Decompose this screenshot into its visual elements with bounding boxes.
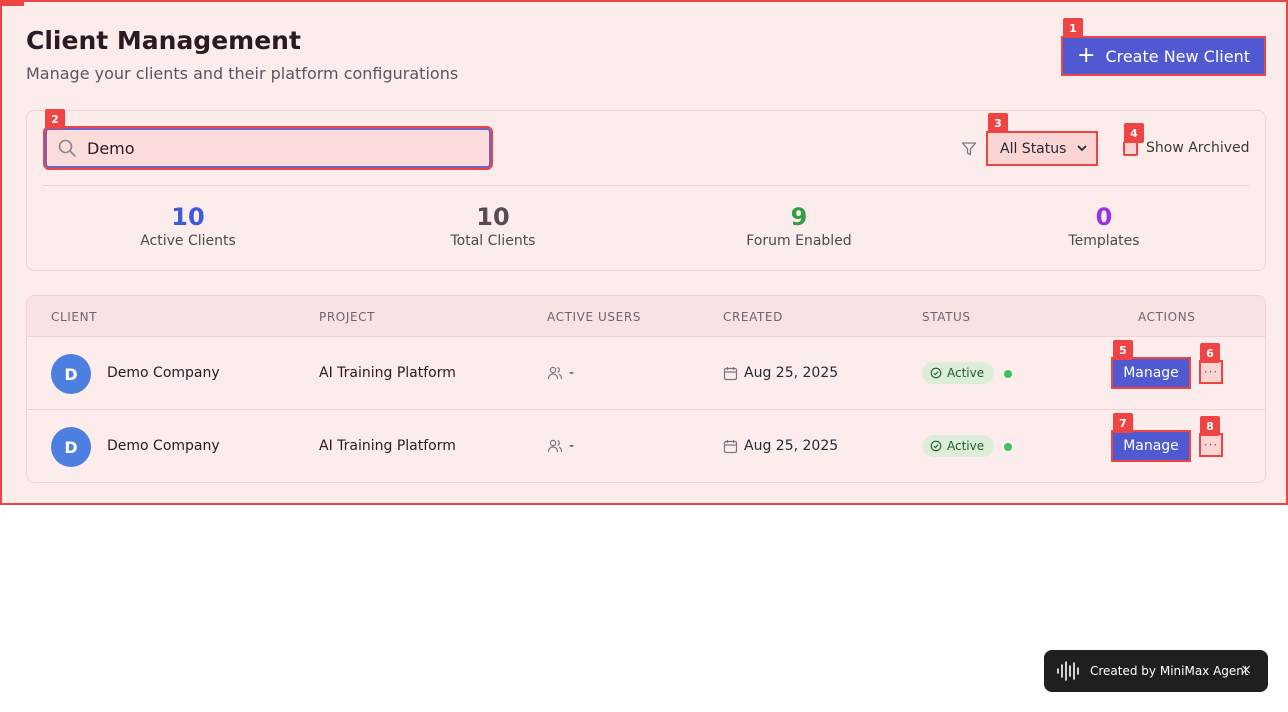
stat-active-clients: 10 Active Clients [38,203,338,249]
column-header-active-users: ACTIVE USERS [547,310,641,324]
active-users-value: - [569,438,575,454]
create-new-client-button[interactable]: + Create New Client [1061,36,1266,76]
filter-divider [43,185,1249,186]
users-icon [547,439,563,453]
client-name: Demo Company [107,438,220,454]
stat-value: 10 [171,203,205,231]
close-icon[interactable]: × [1240,662,1252,678]
stat-total-clients: 10 Total Clients [343,203,643,249]
stat-templates: 0 Templates [954,203,1254,249]
status-badge-label: Active [947,439,985,453]
created-date-value: Aug 25, 2025 [744,365,839,381]
stat-value: 0 [1095,203,1113,231]
stat-label: Forum Enabled [746,233,852,249]
status-badge: Active [922,362,995,384]
marker-8: 8 [1200,416,1220,436]
table-row: D Demo Company AI Training Platform - Au… [27,337,1265,410]
audio-wave-icon [1057,661,1079,681]
plus-icon: + [1077,43,1096,68]
stat-label: Templates [1068,233,1140,249]
column-header-client: CLIENT [51,310,98,324]
marker-1: 1 [1063,18,1083,38]
show-archived-label: Show Archived [1146,140,1250,156]
stat-value: 10 [476,203,510,231]
avatar: D [51,427,91,467]
manage-button[interactable]: Manage [1111,357,1191,389]
more-options-icon[interactable]: ··· [1199,433,1223,457]
calendar-icon [723,439,738,453]
created-date-value: Aug 25, 2025 [744,438,839,454]
marker-6: 6 [1200,343,1220,363]
status-badge: Active [922,435,995,457]
marker-7: 7 [1113,413,1133,433]
column-header-created: CREATED [723,310,783,324]
more-options-icon[interactable]: ··· [1199,360,1223,384]
project-name: AI Training Platform [319,438,456,454]
filter-card: 2 3 All Status 4 Show Archived 10 Acti [26,109,1266,271]
toast-text: Created by MiniMax Agent [1090,664,1249,678]
chevron-down-icon [1077,145,1087,152]
stat-value: 9 [790,203,808,231]
active-users: - [547,438,574,454]
column-header-project: PROJECT [319,310,376,324]
create-button-label: Create New Client [1105,46,1250,66]
manage-button[interactable]: Manage [1111,430,1191,462]
marker-3: 3 [988,113,1008,133]
users-icon [547,366,563,380]
filter-icon [961,142,977,156]
search-input[interactable] [87,138,467,158]
created-date: Aug 25, 2025 [723,438,838,454]
active-users-value: - [569,365,575,381]
minimax-toast: Created by MiniMax Agent × [1044,650,1268,692]
clients-table: CLIENT PROJECT ACTIVE USERS CREATED STAT… [26,295,1266,483]
status-select[interactable]: All Status [986,131,1098,166]
project-name: AI Training Platform [319,365,456,381]
page-title: Client Management [26,26,301,55]
table-row: D Demo Company AI Training Platform - Au… [27,410,1265,482]
marker-2: 2 [45,109,65,129]
active-users: - [547,365,574,381]
client-name: Demo Company [107,365,220,381]
corner-tag [2,2,24,6]
stat-label: Active Clients [140,233,236,249]
status-dot [1004,370,1012,378]
search-icon [58,139,76,157]
status-select-value: All Status [1000,140,1067,157]
marker-5: 5 [1113,340,1133,360]
calendar-icon [723,366,738,380]
marker-4: 4 [1124,123,1144,143]
column-header-actions: ACTIONS [1138,310,1196,324]
check-circle-icon [930,440,942,452]
avatar: D [51,354,91,394]
stat-forum-enabled: 9 Forum Enabled [649,203,949,249]
column-header-status: STATUS [922,310,971,324]
search-box[interactable] [43,126,493,170]
status-dot [1004,443,1012,451]
status-badge-label: Active [947,366,985,380]
check-circle-icon [930,367,942,379]
client-management-page: Client Management Manage your clients an… [0,0,1288,505]
stat-label: Total Clients [450,233,536,249]
page-subtitle: Manage your clients and their platform c… [26,64,459,83]
created-date: Aug 25, 2025 [723,365,838,381]
table-header: CLIENT PROJECT ACTIVE USERS CREATED STAT… [27,296,1265,337]
